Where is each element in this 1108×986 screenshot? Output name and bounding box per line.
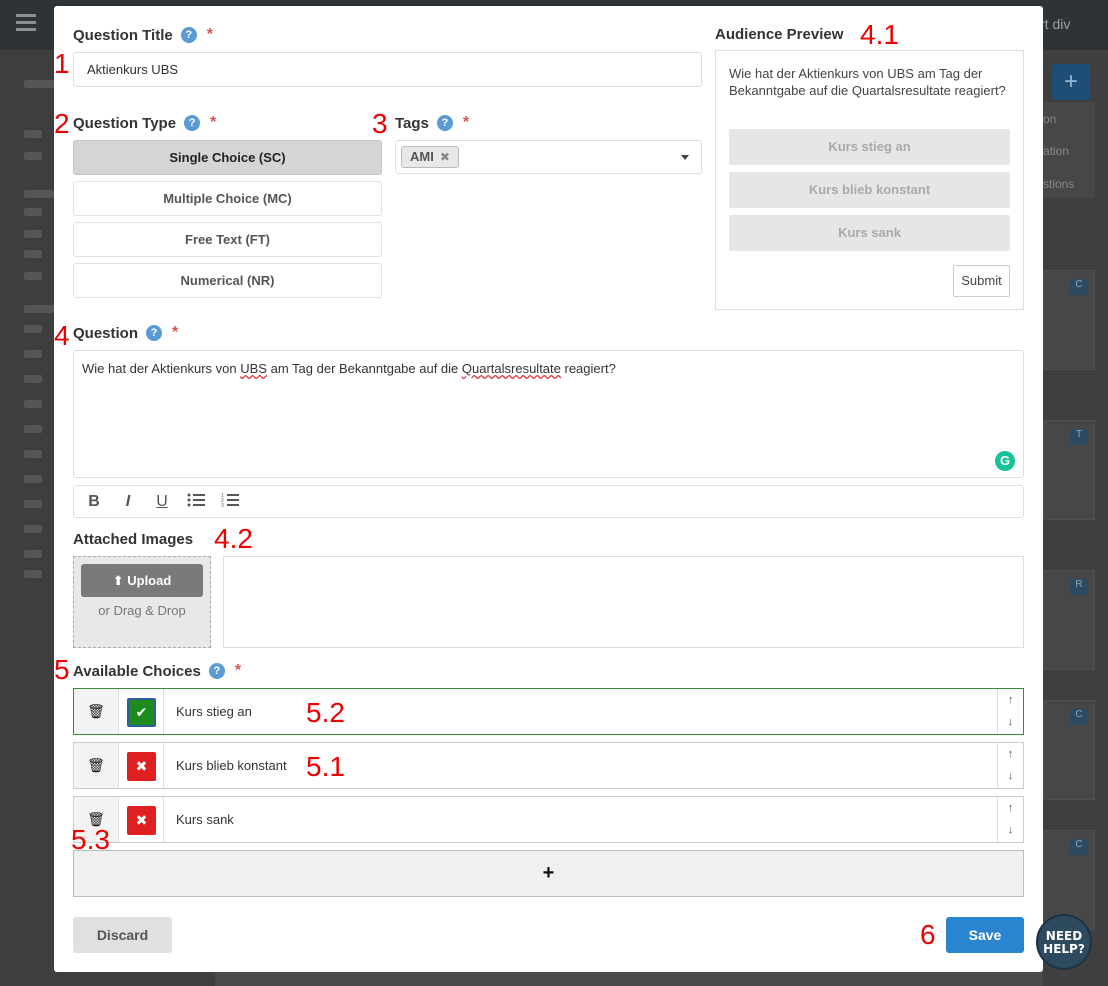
drag-drop-text: or Drag & Drop — [98, 603, 186, 618]
help-icon[interactable]: ? — [208, 663, 225, 679]
save-button[interactable]: Save — [946, 917, 1024, 953]
reorder-arrows[interactable]: ↑ ↓ — [997, 743, 1023, 788]
annotation-number: 5.1 — [306, 751, 345, 782]
background-side-menu: on ation stions — [1043, 102, 1095, 198]
background-card: T — [1043, 420, 1095, 520]
annotation-number: 4.2 — [214, 523, 253, 554]
need-help-button[interactable]: NEED HELP? — [1036, 914, 1092, 970]
bold-button[interactable]: B — [84, 492, 104, 512]
type-free-text-button[interactable]: Free Text (FT) — [73, 222, 382, 257]
image-dropzone[interactable]: ⬆ Upload or Drag & Drop — [73, 556, 211, 648]
required-asterisk: * — [172, 324, 179, 341]
audience-preview-panel: Wie hat der Aktienkurs von UBS am Tag de… — [715, 50, 1024, 310]
attached-images-label: Attached Images — [73, 531, 194, 548]
audience-preview-label: Audience Preview — [715, 26, 844, 43]
question-label: Question ? * — [73, 324, 179, 342]
help-icon[interactable]: ? — [180, 27, 197, 43]
italic-button[interactable]: I — [118, 492, 138, 512]
annotation-number: 4.1 — [860, 19, 899, 50]
grammarly-icon[interactable]: G — [995, 451, 1015, 471]
annotation-number: 5 — [54, 654, 70, 685]
background-add-button[interactable]: + — [1052, 64, 1090, 100]
reorder-arrows[interactable]: ↑ ↓ — [997, 689, 1023, 734]
required-asterisk: * — [210, 114, 217, 131]
type-numerical-button[interactable]: Numerical (NR) — [73, 263, 382, 298]
underline-button[interactable]: U — [152, 492, 172, 512]
required-asterisk: * — [234, 662, 242, 679]
tag-chip: AMI ✖ — [401, 146, 459, 168]
background-user-text: rt div — [1040, 16, 1071, 32]
upload-icon: ⬆ — [112, 573, 124, 588]
check-icon[interactable]: ✔ — [127, 698, 156, 727]
reorder-arrows[interactable]: ↑ ↓ — [997, 797, 1023, 842]
type-multiple-choice-button[interactable]: Multiple Choice (MC) — [73, 181, 382, 216]
choice-row: 🗑 ✖ Kurs blieb konstant ↑ ↓ — [73, 742, 1024, 789]
arrow-down-icon: ↓ — [1007, 824, 1014, 836]
annotation-number: 6 — [920, 919, 936, 950]
question-title-input[interactable]: Aktienkurs UBS — [73, 52, 702, 87]
annotation-number: 4 — [54, 320, 70, 351]
background-card: C — [1043, 270, 1095, 370]
trash-icon[interactable]: 🗑 — [74, 689, 119, 734]
required-asterisk: * — [206, 26, 213, 43]
arrow-up-icon: ↑ — [1007, 748, 1014, 760]
close-icon[interactable]: ✖ — [127, 806, 156, 835]
chevron-down-icon[interactable] — [681, 155, 689, 160]
discard-button[interactable]: Discard — [73, 917, 172, 953]
annotation-number: 3 — [372, 108, 388, 139]
annotation-number: 5.2 — [306, 697, 345, 728]
text-format-toolbar: B I U 123 — [73, 485, 1024, 518]
arrow-down-icon: ↓ — [1007, 770, 1014, 782]
annotation-number: 2 — [54, 108, 70, 139]
trash-icon[interactable]: 🗑 — [74, 743, 119, 788]
help-icon[interactable]: ? — [436, 115, 453, 131]
choice-text[interactable]: Kurs stieg an — [176, 689, 252, 734]
close-icon[interactable]: ✖ — [127, 752, 156, 781]
background-card: R — [1043, 570, 1095, 670]
choice-row: 🗑 ✖ Kurs sank ↑ ↓ — [73, 796, 1024, 843]
type-single-choice-button[interactable]: Single Choice (SC) — [73, 140, 382, 175]
annotation-number: 5.3 — [71, 824, 110, 855]
question-textarea[interactable]: Wie hat der Aktienkurs von UBS am Tag de… — [73, 350, 1024, 478]
attached-images-area — [223, 556, 1024, 648]
help-icon[interactable]: ? — [146, 325, 163, 341]
annotation-number: 1 — [54, 48, 70, 79]
choice-text[interactable]: Kurs blieb konstant — [176, 743, 287, 788]
available-choices-label: Available Choices ? * — [73, 662, 242, 680]
question-title-label: Question Title ? * — [73, 26, 213, 44]
preview-submit-button: Submit — [953, 265, 1010, 297]
tags-select[interactable]: AMI ✖ — [395, 140, 702, 174]
preview-choice: Kurs blieb konstant — [729, 172, 1010, 208]
preview-choice: Kurs stieg an — [729, 129, 1010, 165]
preview-question-text: Wie hat der Aktienkurs von UBS am Tag de… — [729, 66, 1006, 98]
question-edit-modal: Question Title ? * Aktienkurs UBS Questi… — [54, 6, 1043, 972]
required-asterisk: * — [462, 114, 470, 131]
arrow-up-icon: ↑ — [1007, 802, 1014, 814]
numbered-list-icon[interactable]: 123 — [220, 492, 240, 512]
hamburger-menu-icon[interactable] — [16, 14, 36, 32]
upload-button[interactable]: ⬆ Upload — [81, 564, 203, 597]
choice-row: 🗑 ✔ Kurs stieg an ↑ ↓ — [73, 688, 1024, 735]
arrow-up-icon: ↑ — [1007, 694, 1014, 706]
arrow-down-icon: ↓ — [1007, 716, 1014, 728]
bulleted-list-icon[interactable] — [186, 492, 206, 512]
tags-label: Tags ? * — [395, 114, 470, 132]
svg-text:3: 3 — [221, 503, 224, 508]
add-choice-button[interactable]: + — [73, 850, 1024, 897]
choice-text[interactable]: Kurs sank — [176, 797, 234, 842]
tag-remove-icon[interactable]: ✖ — [440, 147, 450, 167]
help-icon[interactable]: ? — [184, 115, 201, 131]
question-type-label: Question Type ? * — [73, 114, 217, 132]
background-card: C — [1043, 700, 1095, 800]
preview-choice: Kurs sank — [729, 215, 1010, 251]
